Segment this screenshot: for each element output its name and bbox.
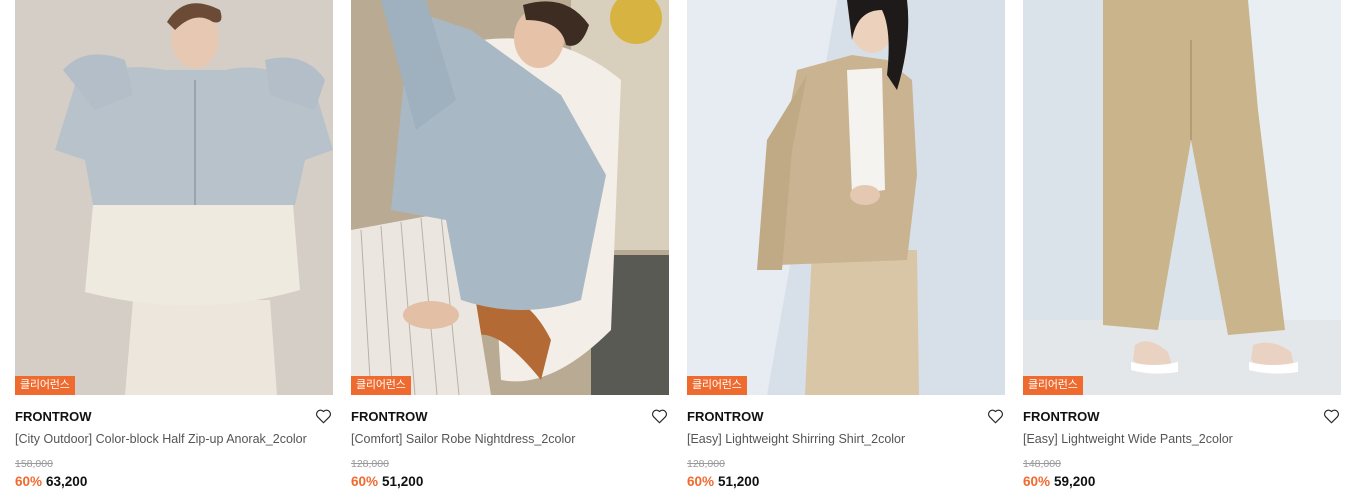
clearance-badge: 클리어런스: [1023, 376, 1083, 395]
product-grid: 클리어런스 FRONTROW [City Outdoor] Color-bloc…: [0, 0, 1347, 495]
brand-row: FRONTROW: [1023, 407, 1341, 427]
product-card[interactable]: 클리어런스 FRONTROW [Easy] Lightweight Wide P…: [1023, 0, 1341, 495]
original-price: 148,000: [1023, 458, 1061, 470]
product-image[interactable]: 클리어런스: [687, 0, 1005, 395]
sale-price: 51,200: [382, 474, 424, 489]
original-price: 128,000: [687, 458, 725, 470]
product-title[interactable]: [Comfort] Sailor Robe Nightdress_2color: [351, 432, 669, 446]
original-price: 128,000: [351, 458, 389, 470]
product-title[interactable]: [Easy] Lightweight Wide Pants_2color: [1023, 432, 1341, 446]
price-row: 60% 51,200: [687, 474, 759, 489]
clearance-badge: 클리어런스: [687, 376, 747, 395]
price-row: 60% 51,200: [351, 474, 423, 489]
brand-row: FRONTROW: [15, 407, 333, 427]
product-image[interactable]: 클리어런스: [1023, 0, 1341, 395]
clearance-badge: 클리어런스: [15, 376, 75, 395]
product-title[interactable]: [Easy] Lightweight Shirring Shirt_2color: [687, 432, 1005, 446]
heart-outline-icon[interactable]: [651, 408, 668, 424]
brand-name[interactable]: FRONTROW: [351, 409, 428, 424]
brand-name[interactable]: FRONTROW: [15, 409, 92, 424]
product-card[interactable]: 클리어런스 FRONTROW [Comfort] Sailor Robe Nig…: [351, 0, 669, 495]
clearance-badge: 클리어런스: [351, 376, 411, 395]
product-title[interactable]: [City Outdoor] Color-block Half Zip-up A…: [15, 432, 333, 446]
discount-rate: 60%: [15, 474, 43, 489]
product-image[interactable]: 클리어런스: [351, 0, 669, 395]
original-price: 158,000: [15, 458, 53, 470]
discount-rate: 60%: [351, 474, 379, 489]
brand-name[interactable]: FRONTROW: [687, 409, 764, 424]
sale-price: 59,200: [1054, 474, 1096, 489]
heart-outline-icon[interactable]: [315, 408, 332, 424]
brand-row: FRONTROW: [687, 407, 1005, 427]
discount-rate: 60%: [1023, 474, 1051, 489]
heart-outline-icon[interactable]: [1323, 408, 1340, 424]
price-row: 60% 59,200: [1023, 474, 1095, 489]
product-card[interactable]: 클리어런스 FRONTROW [Easy] Lightweight Shirri…: [687, 0, 1005, 495]
product-card[interactable]: 클리어런스 FRONTROW [City Outdoor] Color-bloc…: [15, 0, 333, 495]
product-image[interactable]: 클리어런스: [15, 0, 333, 395]
price-row: 60% 63,200: [15, 474, 87, 489]
sale-price: 51,200: [718, 474, 760, 489]
sale-price: 63,200: [46, 474, 88, 489]
brand-name[interactable]: FRONTROW: [1023, 409, 1100, 424]
brand-row: FRONTROW: [351, 407, 669, 427]
discount-rate: 60%: [687, 474, 715, 489]
heart-outline-icon[interactable]: [987, 408, 1004, 424]
